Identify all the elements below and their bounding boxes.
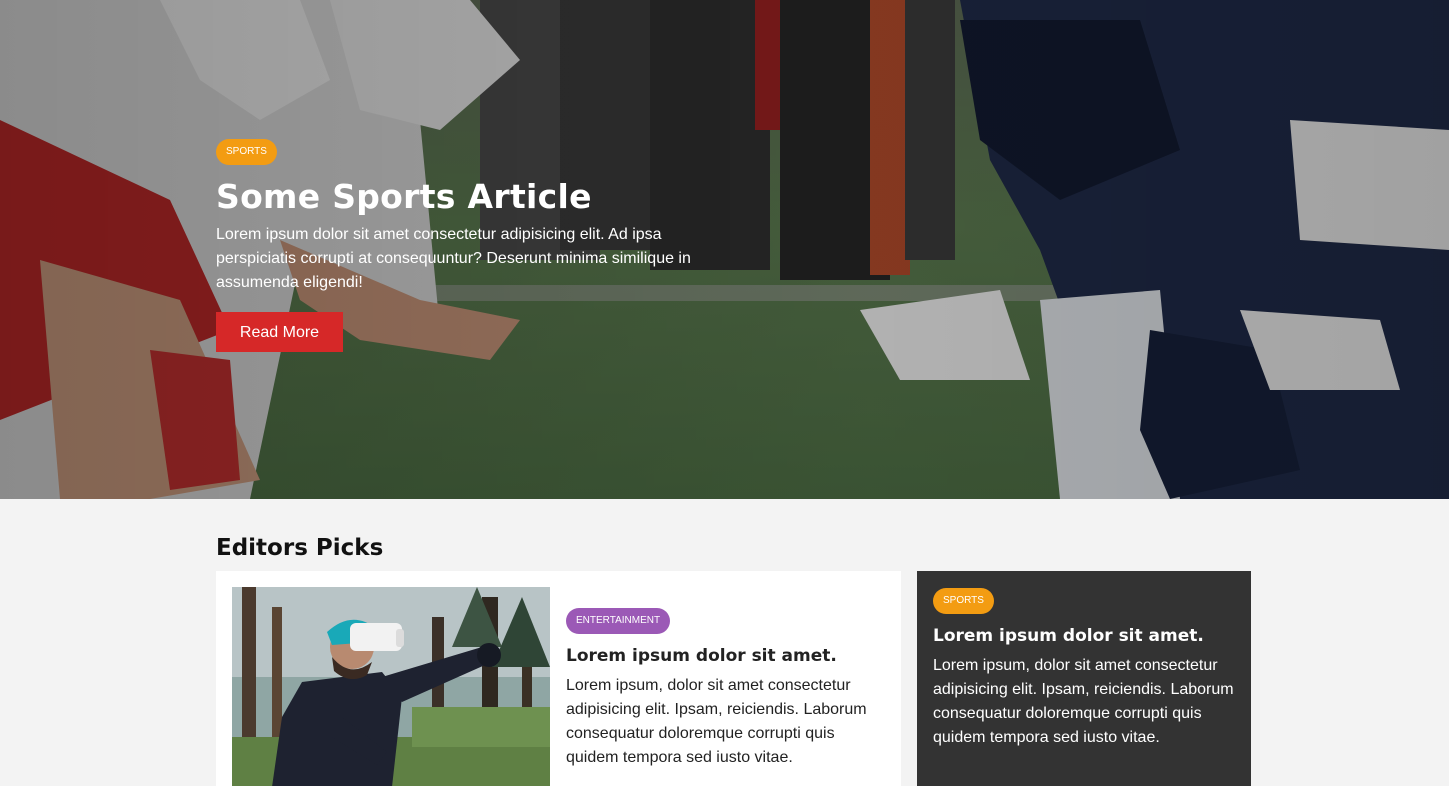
sports-category-badge[interactable]: SPORTS xyxy=(933,588,994,614)
editors-picks-heading: Editors Picks xyxy=(216,535,384,561)
side-card-excerpt: Lorem ipsum, dolor sit amet consectetur … xyxy=(933,657,1234,746)
editors-pick-side-card[interactable]: SPORTS Lorem ipsum dolor sit amet. Lorem… xyxy=(917,571,1251,786)
hero-content: SPORTS Some Sports Article Lorem ipsum d… xyxy=(216,139,736,352)
main-card-excerpt: Lorem ipsum, dolor sit amet consectetur … xyxy=(566,677,867,766)
main-card-body: ENTERTAINMENT Lorem ipsum dolor sit amet… xyxy=(566,608,886,770)
hero-banner: SPORTS Some Sports Article Lorem ipsum d… xyxy=(0,0,1449,499)
side-card-body: SPORTS Lorem ipsum dolor sit amet. Lorem… xyxy=(933,588,1243,750)
vr-article-image[interactable] xyxy=(232,587,550,786)
hero-excerpt: Lorem ipsum dolor sit amet consectetur a… xyxy=(216,226,691,291)
side-card-title[interactable]: Lorem ipsum dolor sit amet. xyxy=(933,623,1243,649)
hero-category-badge[interactable]: SPORTS xyxy=(216,139,277,165)
entertainment-category-badge[interactable]: ENTERTAINMENT xyxy=(566,608,671,634)
hero-title[interactable]: Some Sports Article xyxy=(216,175,736,219)
main-card-title[interactable]: Lorem ipsum dolor sit amet. xyxy=(566,643,886,669)
editors-pick-main-card[interactable]: ENTERTAINMENT Lorem ipsum dolor sit amet… xyxy=(216,571,901,786)
read-more-button[interactable]: Read More xyxy=(216,312,343,352)
